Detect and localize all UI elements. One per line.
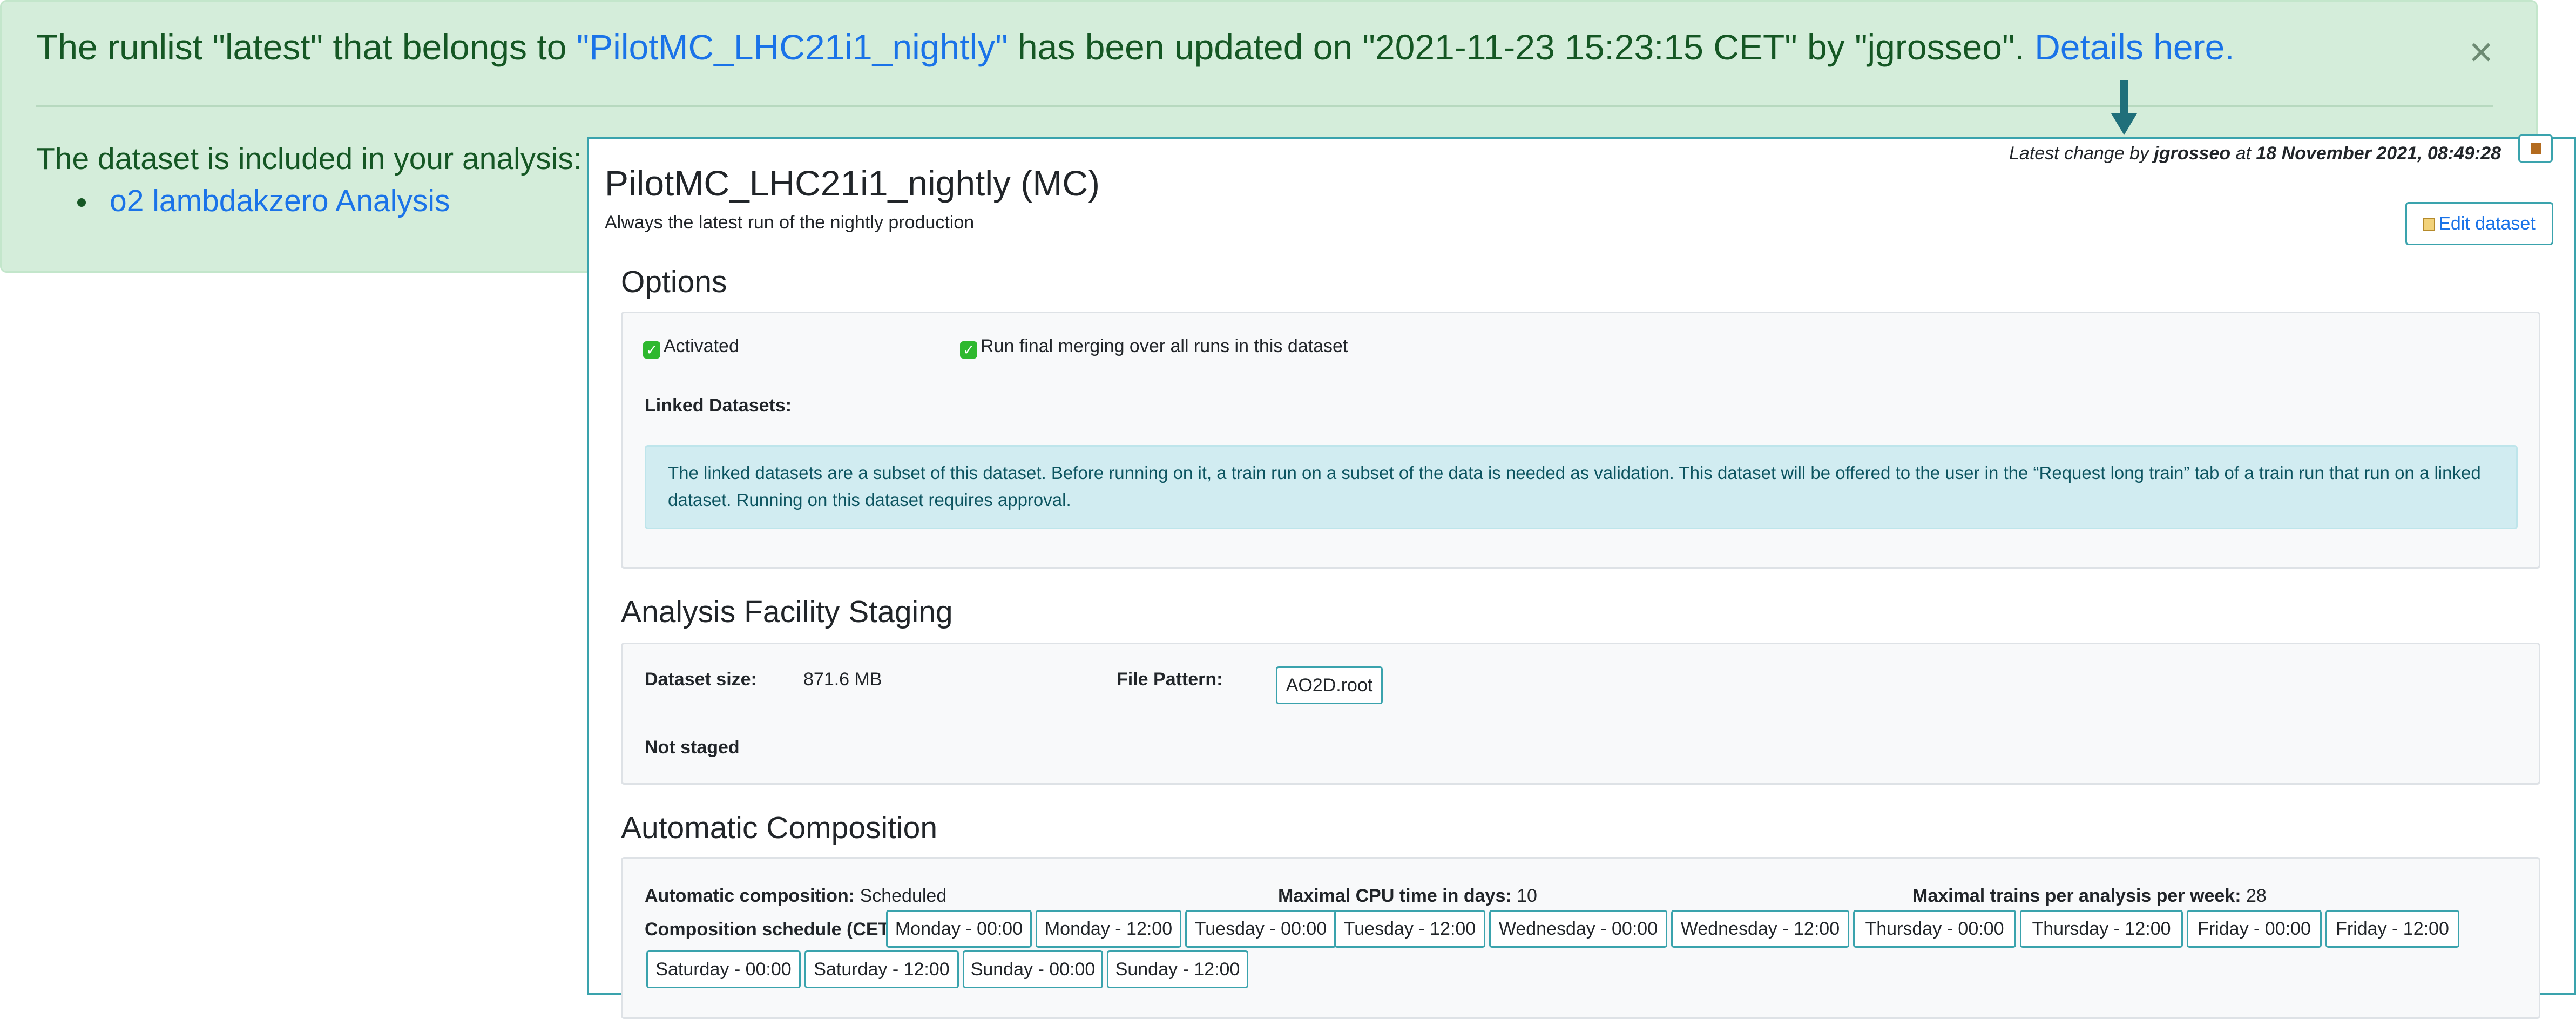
schedule-label: Composition schedule (CET): [645,919,902,940]
final-merging-option[interactable]: ✓ Run final merging over all runs in this… [960,336,1348,359]
schedule-tag: Sunday - 12:00 [1107,950,1248,988]
dataset-size-value: 871.6 MB [803,669,882,690]
close-icon[interactable]: × [2469,32,2493,73]
schedule-tag: Friday - 12:00 [2325,910,2459,948]
dataset-size-label: Dataset size: [645,669,757,690]
latest-change-prefix: Latest change by [2009,143,2154,164]
options-heading: Options [621,265,727,299]
checkbox-checked-icon: ✓ [960,341,977,359]
edit-dataset-button[interactable]: Edit dataset [2405,202,2553,245]
dataset-subtitle: Always the latest run of the nightly pro… [605,212,975,233]
checkbox-checked-icon: ✓ [643,341,660,359]
schedule-tag: Sunday - 00:00 [963,950,1103,988]
dataset-link[interactable]: "PilotMC_LHC21i1_nightly" [577,27,1008,67]
latest-change-date: 18 November 2021, 08:49:28 [2256,143,2501,164]
schedule-tag: Thursday - 00:00 [1853,910,2016,948]
latest-change-at: at [2230,143,2256,164]
max-trains: Maximal trains per analysis per week: 28 [1912,886,2267,907]
activated-option[interactable]: ✓ Activated [643,336,739,359]
dataset-title: PilotMC_LHC21i1_nightly (MC) [605,163,1100,203]
alert-included-text: The dataset is included in your analysis… [36,141,582,176]
history-icon [2531,143,2541,154]
latest-change-user: jgrosseo [2154,143,2231,164]
pencil-icon [2423,218,2436,231]
options-card: ✓ Activated ✓ Run final merging over all r… [621,312,2540,569]
composition-heading: Automatic Composition [621,811,938,845]
schedule-tag: Friday - 00:00 [2187,910,2322,948]
composition-card: Automatic composition: Scheduled Maximal… [621,857,2540,1019]
linked-datasets-info: The linked datasets are a subset of this… [645,445,2518,529]
arrow-head-icon [2111,113,2137,135]
schedule-tag: Tuesday - 00:00 [1185,910,1336,948]
file-pattern-badge: AO2D.root [1276,666,1383,704]
analysis-list: o2 lambdakzero Analysis [77,183,450,219]
latest-change: Latest change by jgrosseo at 18 November… [2009,143,2501,164]
edit-dataset-label: Edit dataset [2438,213,2536,234]
alert-prefix: The runlist "latest" that belongs to [36,27,577,67]
analysis-link[interactable]: o2 lambdakzero Analysis [110,184,450,218]
alert-suffix: has been updated on "2021-11-23 15:23:15… [1008,27,2035,67]
final-merging-label: Run final merging over all runs in this … [981,336,1348,356]
linked-datasets-label: Linked Datasets: [645,395,792,416]
schedule-tag: Tuesday - 12:00 [1334,910,1485,948]
automatic-composition: Automatic composition: Scheduled [645,886,946,907]
schedule-tag: Monday - 12:00 [1036,910,1181,948]
cpu-time: Maximal CPU time in days: 10 [1278,886,1537,907]
cpu-value: 10 [1511,886,1537,906]
schedule-tag: Wednesday - 12:00 [1671,910,1849,948]
auto-label: Automatic composition: [645,886,855,906]
trains-label: Maximal trains per analysis per week: [1912,886,2241,906]
history-button[interactable] [2518,134,2553,163]
dataset-panel: Latest change by jgrosseo at 18 November… [587,134,2576,1019]
schedule-tag: Monday - 00:00 [886,910,1032,948]
schedule-tag: Saturday - 12:00 [804,950,959,988]
list-item: o2 lambdakzero Analysis [77,183,450,219]
auto-value: Scheduled [855,886,947,906]
schedule-tag: Thursday - 12:00 [2020,910,2183,948]
arrow-icon [2120,80,2128,118]
schedule-tag: Saturday - 00:00 [646,950,801,988]
file-pattern-label: File Pattern: [1117,669,1223,690]
schedule-tag: Wednesday - 00:00 [1489,910,1667,948]
staging-status: Not staged [645,737,740,758]
activated-label: Activated [664,336,739,356]
staging-card: Dataset size: 871.6 MB File Pattern: AO2… [621,643,2540,785]
trains-value: 28 [2241,886,2267,906]
details-link[interactable]: Details here. [2034,27,2235,67]
alert-message: The runlist "latest" that belongs to "Pi… [36,26,2235,68]
cpu-label: Maximal CPU time in days: [1278,886,1512,906]
staging-heading: Analysis Facility Staging [621,595,953,629]
